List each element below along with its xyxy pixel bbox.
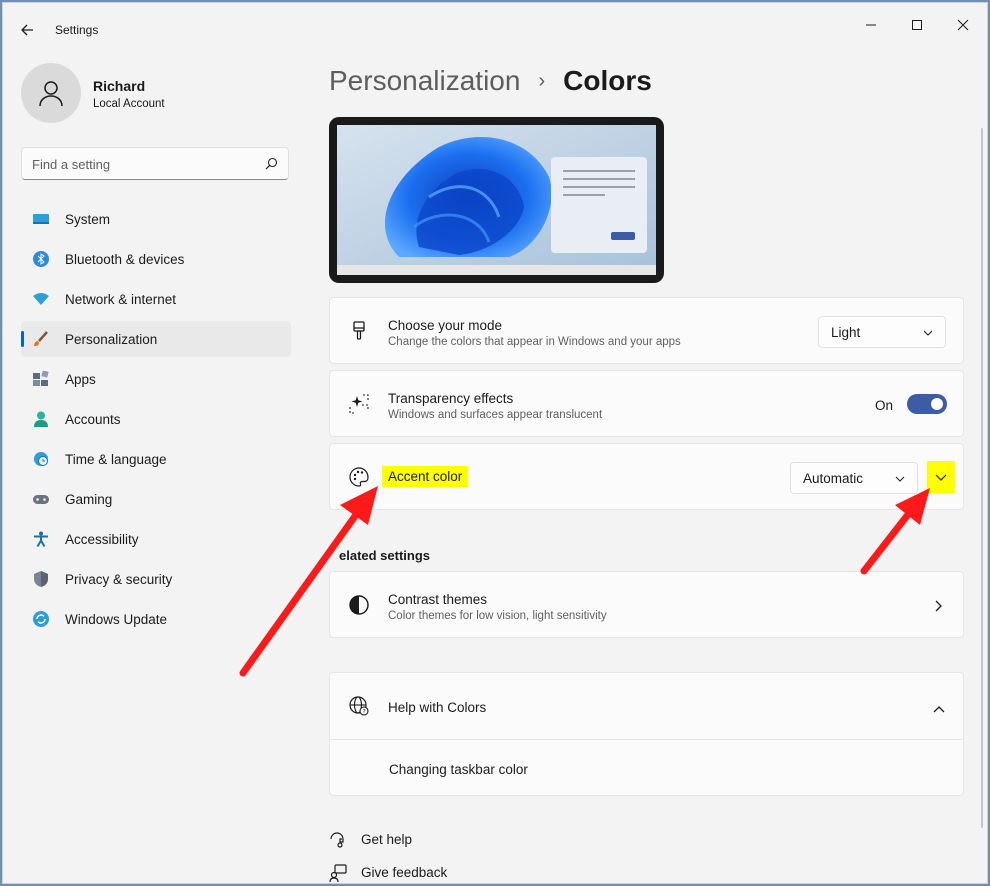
- accent-dropdown-value: Automatic: [803, 470, 864, 486]
- sidebar-item-label: Accounts: [65, 411, 121, 427]
- sidebar-item-apps[interactable]: Apps: [21, 361, 291, 397]
- wallpaper-preview-image: [337, 125, 656, 275]
- accent-expand-button[interactable]: [927, 461, 955, 493]
- bluetooth-icon: [33, 251, 49, 267]
- give-feedback-link[interactable]: Give feedback: [361, 865, 447, 880]
- transparency-state-label: On: [875, 398, 894, 413]
- theme-preview: [329, 117, 664, 283]
- breadcrumb-separator: ›: [538, 69, 546, 92]
- user-name: Richard: [93, 78, 146, 94]
- sidebar-item-label: Gaming: [65, 491, 113, 507]
- accent-color-dropdown[interactable]: Automatic: [790, 462, 918, 494]
- transparency-toggle[interactable]: [907, 394, 947, 414]
- help-title: Help with Colors: [388, 700, 487, 715]
- feedback-icon: [329, 864, 347, 883]
- mode-dropdown[interactable]: Light: [818, 316, 946, 348]
- sidebar-item-system[interactable]: System: [21, 201, 291, 237]
- chevron-up-icon: [933, 701, 945, 719]
- sidebar-item-label: System: [65, 211, 111, 227]
- transparency-sparkle-icon: [348, 393, 370, 415]
- sidebar-item-personalization[interactable]: Personalization: [21, 321, 291, 357]
- breadcrumb: Personalization › Colors: [329, 65, 652, 97]
- mode-title: Choose your mode: [388, 318, 503, 333]
- person-icon: [33, 411, 49, 427]
- mode-subtitle: Change the colors that appear in Windows…: [388, 336, 681, 348]
- back-arrow-icon[interactable]: [17, 19, 39, 41]
- sidebar-item-label: Personalization: [65, 331, 158, 347]
- transparency-setting-card: Transparency effects Windows and surface…: [329, 370, 964, 437]
- sidebar-nav: System Bluetooth & devices Network & int…: [21, 201, 291, 641]
- search-icon: [265, 157, 278, 175]
- user-account-type: Local Account: [93, 98, 165, 110]
- close-button[interactable]: [943, 11, 983, 39]
- chevron-down-icon: [935, 474, 947, 481]
- minimize-button[interactable]: [851, 11, 891, 39]
- brush-icon: [33, 331, 49, 347]
- help-card: ? Help with Colors Changing taskbar colo…: [329, 672, 964, 796]
- scrollbar[interactable]: [981, 128, 983, 828]
- chevron-right-icon: [933, 599, 943, 617]
- sidebar-item-privacy[interactable]: Privacy & security: [21, 561, 291, 597]
- help-globe-icon: ?: [348, 695, 370, 717]
- apps-icon: [33, 370, 49, 387]
- shield-icon: [33, 571, 49, 587]
- get-help-link[interactable]: Get help: [361, 832, 412, 847]
- svg-text:?: ?: [363, 709, 366, 716]
- system-icon: [33, 211, 49, 227]
- search-input[interactable]: Find a setting: [21, 147, 289, 180]
- contrast-themes-card[interactable]: Contrast themes Color themes for low vis…: [329, 571, 964, 638]
- contrast-icon: [348, 594, 370, 616]
- help-card-header[interactable]: ? Help with Colors: [330, 673, 963, 740]
- user-icon: [39, 81, 63, 107]
- related-settings-heading: elated settings: [339, 548, 431, 563]
- search-placeholder: Find a setting: [32, 157, 111, 172]
- sidebar-item-label: Windows Update: [65, 611, 168, 627]
- title-bar: Settings: [3, 3, 987, 51]
- globe-clock-icon: [33, 451, 49, 467]
- maximize-button[interactable]: [897, 11, 937, 39]
- accent-color-setting-card[interactable]: Accent color Automatic: [329, 443, 964, 510]
- sidebar-item-windows-update[interactable]: Windows Update: [21, 601, 291, 637]
- accessibility-icon: [33, 531, 49, 548]
- sidebar-item-bluetooth[interactable]: Bluetooth & devices: [21, 241, 291, 277]
- transparency-subtitle: Windows and surfaces appear translucent: [388, 409, 603, 421]
- sidebar-item-label: Network & internet: [65, 291, 177, 307]
- sidebar-item-label: Privacy & security: [65, 571, 173, 587]
- gamepad-icon: [33, 491, 49, 507]
- sidebar-item-label: Accessibility: [65, 531, 139, 547]
- sidebar-item-label: Apps: [65, 371, 96, 387]
- sidebar-item-accounts[interactable]: Accounts: [21, 401, 291, 437]
- sidebar-item-label: Time & language: [65, 451, 167, 467]
- wifi-icon: [33, 291, 49, 307]
- contrast-subtitle: Color themes for low vision, light sensi…: [388, 610, 607, 622]
- mode-setting-card: Choose your mode Change the colors that …: [329, 297, 964, 364]
- palette-icon: [348, 466, 370, 488]
- settings-window: Settings Richard Local Account Find a se…: [2, 2, 988, 884]
- sidebar-item-gaming[interactable]: Gaming: [21, 481, 291, 517]
- mode-dropdown-value: Light: [831, 324, 861, 340]
- get-help-icon: [329, 831, 347, 849]
- sidebar-item-network[interactable]: Network & internet: [21, 281, 291, 317]
- page-title: Colors: [563, 65, 652, 96]
- chevron-down-icon: [895, 472, 905, 487]
- help-link-taskbar-color[interactable]: Changing taskbar color: [389, 762, 528, 777]
- sidebar-item-time-language[interactable]: Time & language: [21, 441, 291, 477]
- sidebar-item-label: Bluetooth & devices: [65, 251, 185, 267]
- update-icon: [33, 611, 49, 627]
- chevron-down-icon: [923, 326, 933, 341]
- breadcrumb-parent[interactable]: Personalization: [329, 65, 520, 97]
- accent-color-title: Accent color: [382, 466, 469, 487]
- contrast-title: Contrast themes: [388, 592, 488, 607]
- transparency-title: Transparency effects: [388, 391, 514, 406]
- avatar[interactable]: [21, 63, 81, 123]
- sidebar-item-accessibility[interactable]: Accessibility: [21, 521, 291, 557]
- paint-brush-icon: [348, 320, 370, 342]
- app-title: Settings: [55, 23, 99, 37]
- toggle-knob: [931, 398, 943, 410]
